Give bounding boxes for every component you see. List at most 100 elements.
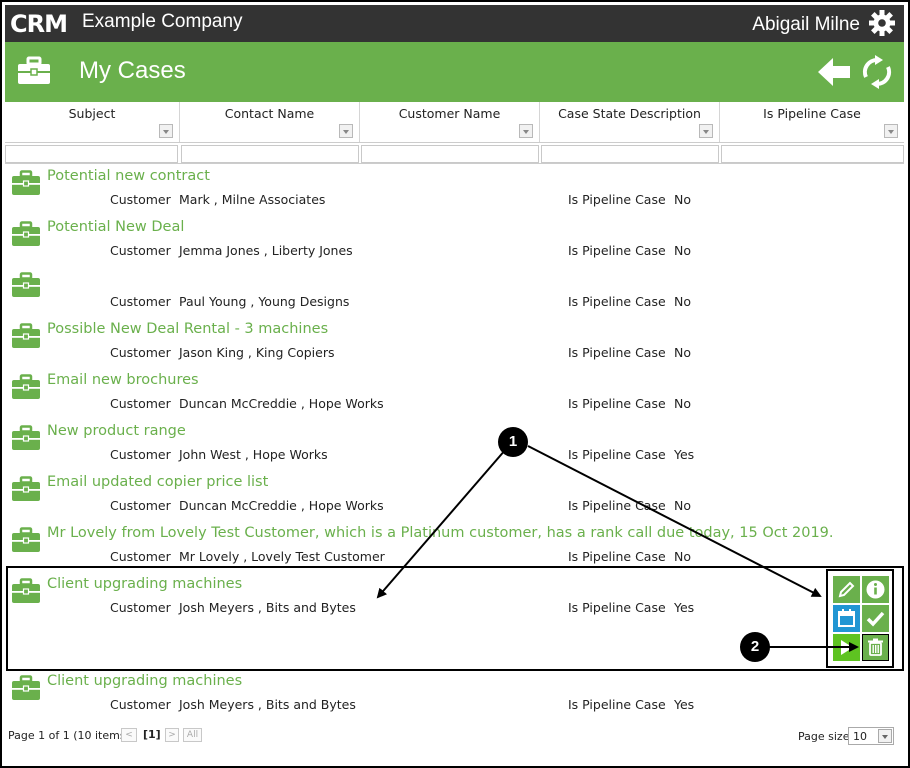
customer-value: Duncan McCreddie , Hope Works [179,498,384,513]
case-subject[interactable]: Email new brochures [47,372,199,388]
pipeline-value: Yes [674,447,695,462]
case-row[interactable]: Email new brochures Customer Duncan McCr… [5,368,904,419]
pipeline-value: No [674,396,691,411]
pager-next-button[interactable]: > [165,728,179,742]
column-header-is-pipeline[interactable]: Is Pipeline Case [720,102,904,142]
pipeline-value: No [674,243,691,258]
filter-dropdown-icon[interactable] [339,124,353,138]
column-header-label: Case State Description [558,106,701,121]
trash-icon[interactable] [862,634,889,661]
filter-input-is-pipeline[interactable] [721,145,904,163]
row-actions-panel [826,569,894,668]
play-icon[interactable] [833,634,860,661]
column-header-label: Subject [68,106,116,121]
case-row[interactable]: Mr Lovely from Lovely Test Customer, whi… [5,521,904,572]
filter-input-subject[interactable] [5,145,178,163]
briefcase-icon [12,323,40,348]
pager-info: Page 1 of 1 (10 items) [8,729,130,742]
customer-label: Customer [110,447,171,462]
customer-label: Customer [110,345,171,360]
pipeline-label: Is Pipeline Case [568,396,666,411]
pager-current-page: [1] [143,728,161,741]
briefcase-icon [12,221,40,246]
customer-value: Duncan McCreddie , Hope Works [179,396,384,411]
case-row[interactable]: New product range Customer John West , H… [5,419,904,470]
back-arrow-icon[interactable] [816,56,852,88]
pencil-icon[interactable] [833,576,860,603]
pager-all-button[interactable]: All [183,728,202,742]
gear-icon[interactable] [868,9,896,37]
refresh-icon[interactable] [861,55,893,89]
filter-dropdown-icon[interactable] [884,124,898,138]
customer-value: Josh Meyers , Bits and Bytes [179,697,356,712]
filter-dropdown-icon[interactable] [159,124,173,138]
filter-input-case-state[interactable] [541,145,719,163]
briefcase-icon [18,56,50,84]
customer-value: John West , Hope Works [179,447,328,462]
pipeline-value: No [674,549,691,564]
case-subject[interactable]: Email updated copier price list [47,474,268,490]
case-subject[interactable]: Potential new contract [47,168,210,184]
case-subject[interactable]: Possible New Deal Rental - 3 machines [47,321,328,337]
company-name: Example Company [82,11,243,32]
briefcase-icon [12,527,40,552]
page-size-select[interactable]: 10 [848,727,894,745]
column-header-label: Contact Name [224,106,315,121]
case-subject[interactable]: Mr Lovely from Lovely Test Customer, whi… [47,525,834,541]
customer-label: Customer [110,697,171,712]
pipeline-label: Is Pipeline Case [568,345,666,360]
case-row[interactable]: Email updated copier price list Customer… [5,470,904,521]
check-icon[interactable] [862,605,889,632]
pager-prev-button[interactable]: < [121,728,137,742]
column-header-label: Is Pipeline Case [763,106,861,121]
svg-text:CRM: CRM [10,10,67,36]
annotation-callout-1: 1 [498,427,528,457]
case-row[interactable]: Potential new contract Customer Mark , M… [5,164,904,215]
page-title: My Cases [79,57,186,84]
customer-label: Customer [110,396,171,411]
pipeline-value: No [674,498,691,513]
filter-input-contact-name[interactable] [181,145,359,163]
customer-label: Customer [110,192,171,207]
chevron-down-icon[interactable] [878,729,892,743]
customer-label: Customer [110,243,171,258]
case-subject[interactable]: New product range [47,423,186,439]
customer-value: Paul Young , Young Designs [179,294,350,309]
briefcase-icon [12,425,40,450]
column-header-subject[interactable]: Subject [5,102,180,142]
pipeline-label: Is Pipeline Case [568,498,666,513]
pipeline-label: Is Pipeline Case [568,549,666,564]
pipeline-label: Is Pipeline Case [568,697,666,712]
case-row[interactable]: Possible New Deal Rental - 3 machines Cu… [5,317,904,368]
customer-value: Mr Lovely , Lovely Test Customer [179,549,385,564]
customer-label: Customer [110,294,171,309]
info-icon[interactable] [862,576,889,603]
user-name[interactable]: Abigail Milne [752,14,860,36]
pipeline-value: Yes [674,697,695,712]
crm-logo[interactable]: CRM [9,10,77,36]
filter-dropdown-icon[interactable] [519,124,533,138]
case-subject[interactable]: Potential New Deal [47,219,184,235]
selected-row-highlight [6,566,904,671]
filter-input-customer-name[interactable] [361,145,539,163]
customer-value: Jason King , King Copiers [179,345,335,360]
pipeline-label: Is Pipeline Case [568,243,666,258]
page-size-value: 10 [853,730,867,743]
case-row[interactable]: Potential New Deal Customer Jemma Jones … [5,215,904,266]
filter-dropdown-icon[interactable] [699,124,713,138]
pipeline-label: Is Pipeline Case [568,294,666,309]
pipeline-label: Is Pipeline Case [568,192,666,207]
case-row[interactable]: Client upgrading machines Customer Josh … [5,669,904,720]
briefcase-icon [12,272,40,297]
column-header-contact-name[interactable]: Contact Name [180,102,360,142]
column-header-label: Customer Name [398,106,501,121]
case-subject[interactable]: Client upgrading machines [47,673,242,689]
pipeline-value: No [674,294,691,309]
top-bar: CRM Example Company Abigail Milne [5,5,904,42]
case-row[interactable]: Customer Paul Young , Young Designs Is P… [5,266,904,317]
briefcase-icon [12,170,40,195]
page-size-label: Page size: [798,730,854,743]
column-header-case-state[interactable]: Case State Description [540,102,720,142]
column-header-customer-name[interactable]: Customer Name [360,102,540,142]
calendar-icon[interactable] [833,605,860,632]
